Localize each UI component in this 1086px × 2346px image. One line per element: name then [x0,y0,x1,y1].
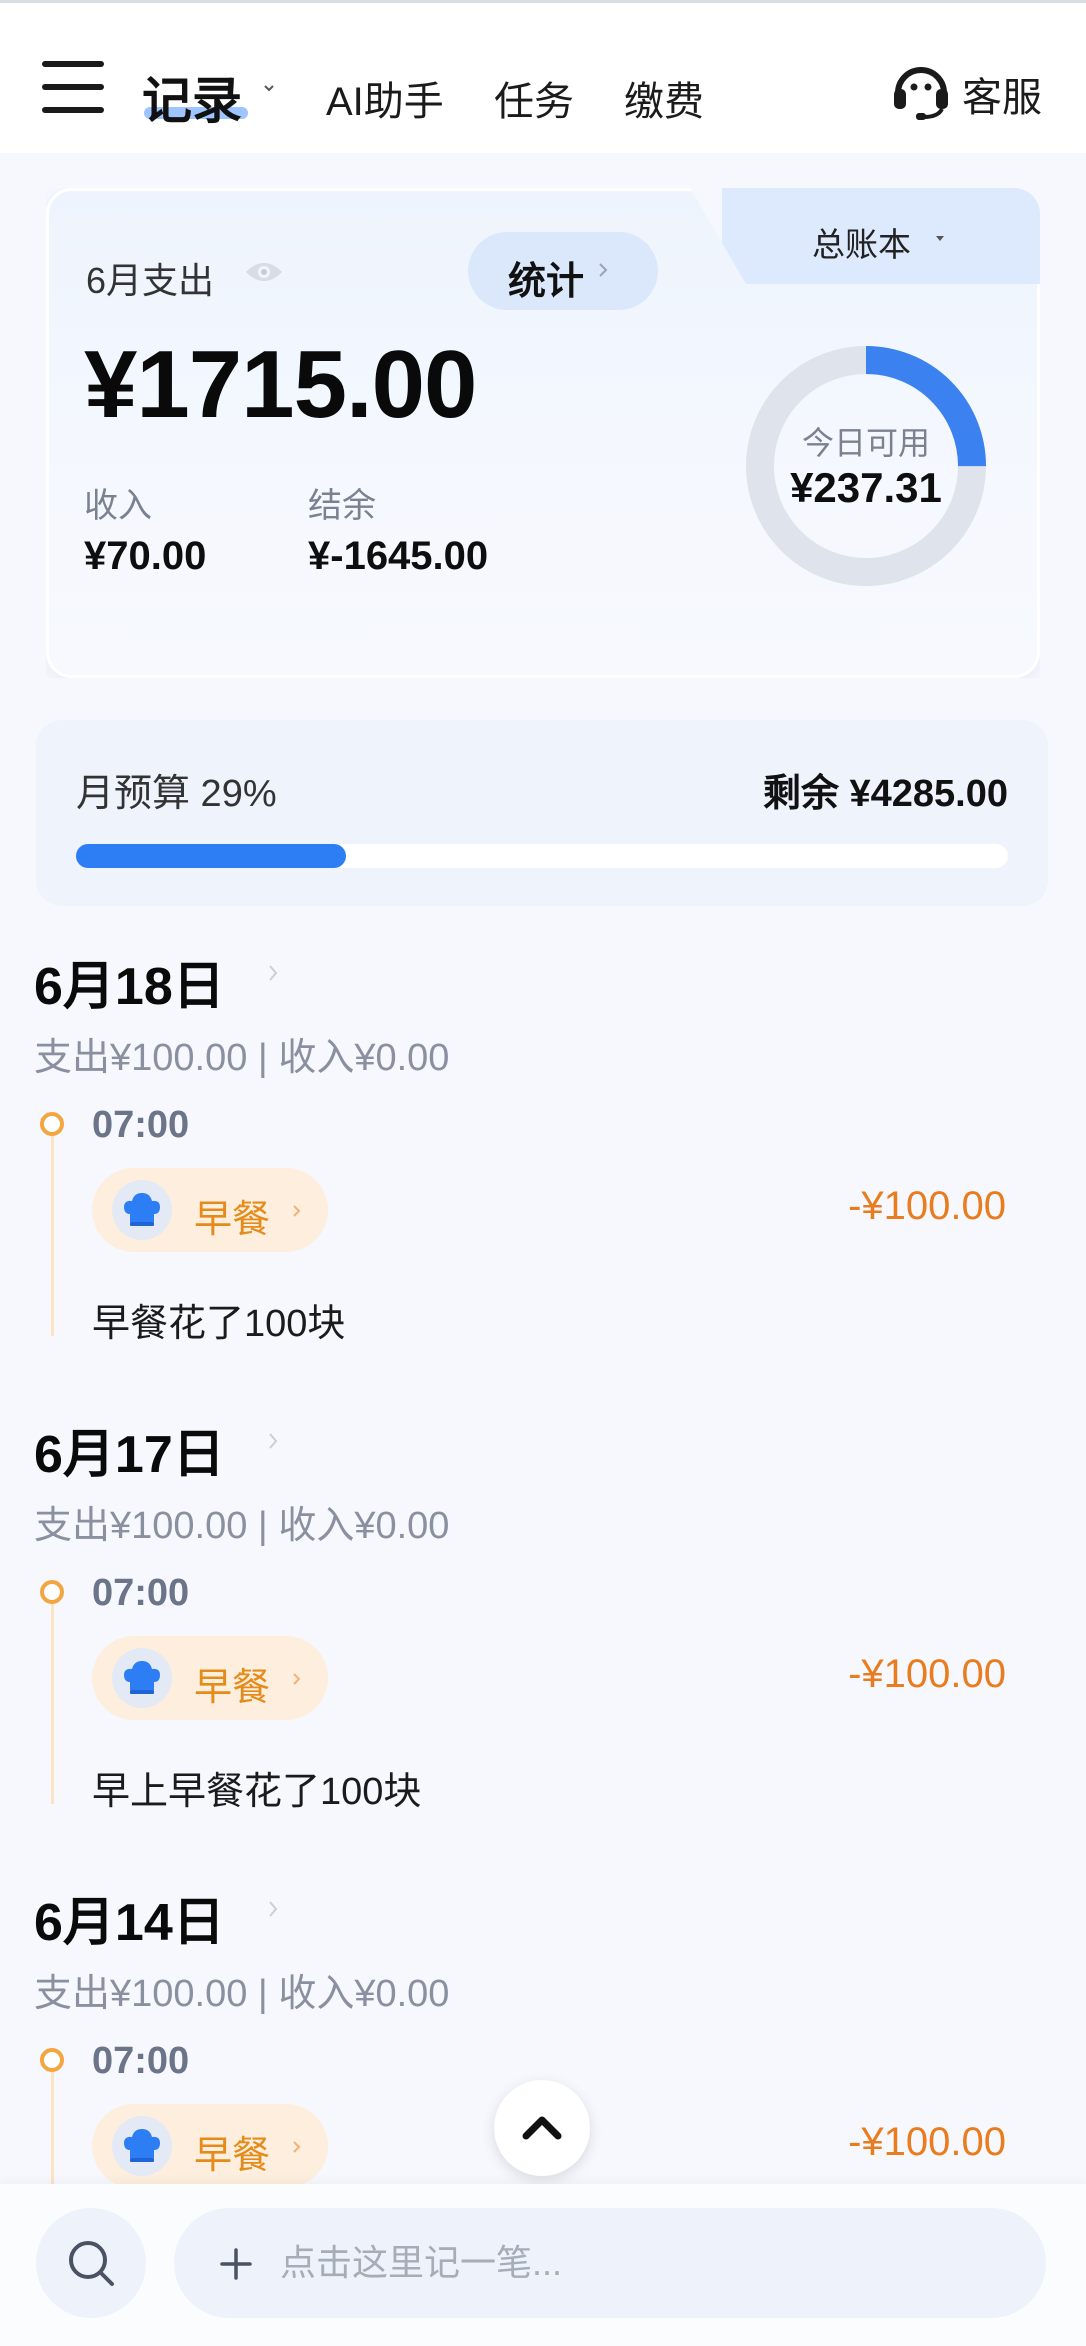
balance-value: ¥-1645.00 [308,534,489,578]
chevron-right-icon [599,263,608,277]
menu-icon[interactable] [42,61,104,113]
search-icon [69,2241,114,2286]
day-summary: 支出¥100.00 | 收入¥0.00 [34,1037,450,1079]
category-pill[interactable]: 早餐 [92,1636,328,1720]
chef-hat-icon [112,1648,172,1708]
chevron-right-icon[interactable] [266,962,280,984]
nav-tab-tasks[interactable]: 任务 [494,69,574,127]
timeline-dot [40,1580,64,1604]
search-button[interactable] [36,2208,146,2318]
statistics-button[interactable]: 统计 [468,232,658,310]
today-available-label: 今日可用 [801,425,930,461]
statistics-label: 统计 [508,261,585,303]
budget-label: 月预算 29% [76,773,277,815]
nav-tab-records[interactable]: 记录 [142,61,242,133]
day-date[interactable]: 6月18日 [34,944,225,1019]
chef-hat-icon [112,1180,172,1240]
record-time: 07:00 [92,1572,190,1614]
nav-tab-ai-assistant[interactable]: AI助手 [326,69,444,127]
quick-record-input[interactable] [174,2208,1046,2318]
income-value: ¥70.00 [84,534,207,578]
day-date[interactable]: 6月14日 [34,1880,225,1955]
chevron-right-icon [293,1673,301,1685]
chevron-right-icon [293,1205,301,1217]
record-time: 07:00 [92,2040,190,2082]
balance-label: 结余 [308,487,376,525]
chevron-up-icon [522,2116,562,2140]
category-pill[interactable]: 早餐 [92,1168,328,1252]
category-pill[interactable]: 早餐 [92,2104,328,2188]
top-nav: 记录 AI助手 任务 缴费 客服 [0,3,1086,153]
customer-service-button[interactable]: 客服 [888,57,1068,121]
monthly-budget-card[interactable]: 月预算 29% 剩余 ¥4285.00 [36,720,1048,906]
plus-icon [220,2248,252,2280]
budget-progress-track [76,844,1008,868]
month-expense-label: 6月支出 [86,260,215,301]
nav-tab-payments[interactable]: 缴费 [624,69,704,127]
back-to-top-button[interactable] [494,2080,590,2176]
day-summary: 支出¥100.00 | 收入¥0.00 [34,1505,450,1547]
day-summary: 支出¥100.00 | 收入¥0.00 [34,1973,450,2015]
customer-service-label: 客服 [962,76,1042,120]
headset-icon [894,67,948,120]
record-note[interactable]: 早餐花了100块 [92,1292,345,1347]
chevron-right-icon[interactable] [266,1430,280,1452]
income-label: 收入 [84,487,152,525]
category-label: 早餐 [194,1199,271,1241]
day-group: 6月18日 支出¥100.00 | 收入¥0.00 07:00 早餐 -¥100… [0,944,1086,1404]
timeline-line [51,1594,54,1804]
chevron-right-icon[interactable] [266,1898,280,1920]
day-date[interactable]: 6月17日 [34,1412,225,1487]
timeline-line [51,1126,54,1336]
caret-down-icon[interactable] [934,234,946,244]
chevron-down-icon[interactable] [262,81,276,95]
today-available-value: ¥237.31 [790,464,942,511]
bottom-input-bar [0,2184,1086,2346]
category-label: 早餐 [194,1667,271,1709]
timeline-dot [40,1112,64,1136]
record-amount: -¥100.00 [848,1184,1006,1228]
chef-hat-icon [112,2116,172,2176]
ledger-label[interactable]: 总账本 [812,218,911,266]
record-note[interactable]: 早上早餐花了100块 [92,1760,421,1815]
category-label: 早餐 [194,2135,271,2177]
month-expense-amount: ¥1715.00 [84,331,477,438]
budget-remaining: 剩余 ¥4285.00 [762,773,1008,815]
timeline-dot [40,2048,64,2072]
record-amount: -¥100.00 [848,1652,1006,1696]
day-group: 6月17日 支出¥100.00 | 收入¥0.00 07:00 早餐 -¥100… [0,1412,1086,1872]
record-time: 07:00 [92,1104,190,1146]
chevron-right-icon [293,2141,301,2153]
budget-progress-fill [76,844,347,868]
record-amount: -¥100.00 [848,2120,1006,2164]
eye-icon[interactable] [244,258,284,286]
